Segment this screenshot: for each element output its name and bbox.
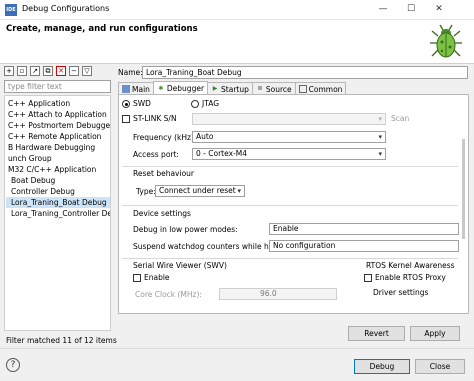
frequency-label: Frequency (kHz):: [133, 133, 197, 142]
swv-enable-checkbox[interactable]: [133, 274, 141, 282]
new-config-icon[interactable]: +: [4, 66, 14, 76]
tree-item[interactable]: Boat Debug: [11, 175, 55, 186]
chevron-down-icon: ▾: [378, 133, 382, 141]
watchdog-label: Suspend watchdog counters while halted:: [133, 242, 291, 251]
name-input[interactable]: Lora_Traning_Boat Debug: [142, 66, 468, 79]
export-icon[interactable]: ↗: [30, 66, 40, 76]
config-tabs: Main ✱ Debugger ▶ Startup ≣ Source Common: [118, 81, 347, 95]
low-power-value: Enable: [273, 224, 299, 233]
close-window-button[interactable]: ✕: [426, 2, 452, 17]
debugger-panel: SWD JTAG ST-LINK S/N ▾ Scan Frequency (k…: [118, 94, 469, 314]
chevron-down-icon: ▾: [378, 115, 382, 123]
tree-item[interactable]: C++ Application: [8, 98, 70, 109]
tab-debugger[interactable]: ✱ Debugger: [152, 81, 209, 95]
driver-settings-heading: Driver settings: [373, 288, 429, 297]
stlink-label: ST-LINK S/N: [133, 114, 177, 123]
config-tree: C++ Application C++ Attach to Applicatio…: [4, 95, 111, 331]
jtag-radio[interactable]: [191, 100, 199, 108]
access-port-label: Access port:: [133, 150, 179, 159]
tree-item[interactable]: C++ Remote Application: [8, 131, 101, 142]
help-icon[interactable]: ?: [6, 358, 20, 372]
reset-type-select[interactable]: Connect under reset ▾: [155, 185, 245, 197]
rtos-enable-checkbox[interactable]: [364, 274, 372, 282]
rtos-heading: RTOS Kernel Awareness: [366, 261, 455, 270]
core-clock-value: 96.0: [260, 289, 277, 298]
main-tab-icon: [122, 85, 130, 93]
delete-icon[interactable]: ✕: [56, 66, 66, 76]
watchdog-value: No configuration: [273, 241, 336, 250]
startup-tab-icon: ▶: [212, 85, 218, 92]
window-title: Debug Configurations: [22, 4, 110, 13]
reset-type-value: Connect under reset: [159, 186, 236, 195]
collapse-all-icon[interactable]: −: [69, 66, 79, 76]
duplicate-icon[interactable]: ⧉: [43, 66, 53, 76]
tree-item[interactable]: M32 C/C++ Application: [8, 164, 96, 175]
stlink-checkbox[interactable]: [122, 115, 130, 123]
reset-behaviour-heading: Reset behaviour: [133, 169, 195, 178]
chevron-down-icon: ▾: [237, 187, 241, 195]
chevron-down-icon: ▾: [378, 150, 382, 158]
frequency-value: Auto: [196, 132, 214, 141]
filter-icon[interactable]: ▽: [82, 66, 92, 76]
device-settings-heading: Device settings: [133, 209, 191, 218]
tree-item[interactable]: B Hardware Debugging: [8, 142, 95, 153]
stlink-serial-select[interactable]: ▾: [192, 113, 386, 125]
close-button[interactable]: Close: [415, 359, 465, 374]
panel-scrollbar[interactable]: [462, 139, 465, 239]
minimize-button[interactable]: —: [370, 2, 396, 17]
debugger-tab-icon: ✱: [158, 84, 164, 92]
access-port-select[interactable]: 0 - Cortex-M4 ▾: [192, 148, 386, 160]
header-title: Create, manage, and run configurations: [6, 24, 198, 34]
app-icon: IDE: [5, 4, 17, 16]
filter-input[interactable]: type filter text: [4, 80, 111, 93]
swd-label: SWD: [133, 99, 151, 108]
tree-item[interactable]: C++ Attach to Application: [8, 109, 107, 120]
scan-button[interactable]: Scan: [391, 114, 409, 123]
tree-item-selected[interactable]: Lora_Traning_Boat Debug: [6, 197, 110, 208]
maximize-button[interactable]: ☐: [398, 2, 424, 17]
separator: [122, 205, 458, 206]
access-port-value: 0 - Cortex-M4: [196, 149, 247, 158]
apply-button[interactable]: Apply: [410, 326, 460, 341]
low-power-label: Debug in low power modes:: [133, 225, 238, 234]
debug-button[interactable]: Debug: [354, 359, 410, 374]
core-clock-input[interactable]: 96.0: [219, 288, 337, 300]
source-tab-icon: ≣: [257, 85, 263, 92]
reset-type-label: Type:: [136, 187, 156, 196]
revert-button[interactable]: Revert: [348, 326, 405, 341]
jtag-label: JTAG: [202, 99, 220, 108]
tree-item[interactable]: Lora_Traning_Controller Debug: [11, 208, 110, 219]
swv-enable-label: Enable: [144, 273, 170, 282]
frequency-select[interactable]: Auto ▾: [192, 131, 386, 143]
tree-item[interactable]: C++ Postmortem Debugger: [8, 120, 110, 131]
tree-item[interactable]: unch Group: [8, 153, 52, 164]
new-prototype-icon[interactable]: ▫: [17, 66, 27, 76]
tab-label: Common: [308, 84, 343, 94]
tab-label: Source: [265, 84, 292, 94]
common-tab-icon: [298, 85, 307, 93]
tab-label: Main: [132, 84, 150, 94]
tab-label: Startup: [221, 84, 249, 94]
separator: [122, 258, 458, 259]
sidebar-toolbar: + ▫ ↗ ⧉ ✕ − ▽: [4, 66, 92, 78]
watchdog-select[interactable]: No configuration: [269, 240, 459, 252]
tab-label: Debugger: [166, 84, 205, 93]
low-power-select[interactable]: Enable: [269, 223, 459, 235]
bug-icon: [430, 24, 462, 58]
rtos-enable-label: Enable RTOS Proxy: [375, 273, 446, 282]
separator: [122, 166, 458, 167]
swv-heading: Serial Wire Viewer (SWV): [133, 261, 227, 270]
name-label: Name:: [118, 68, 143, 77]
filter-status: Filter matched 11 of 12 items: [6, 336, 117, 345]
swd-radio[interactable]: [122, 100, 130, 108]
core-clock-label: Core Clock (MHz):: [135, 290, 202, 299]
tree-item[interactable]: Controller Debug: [11, 186, 75, 197]
